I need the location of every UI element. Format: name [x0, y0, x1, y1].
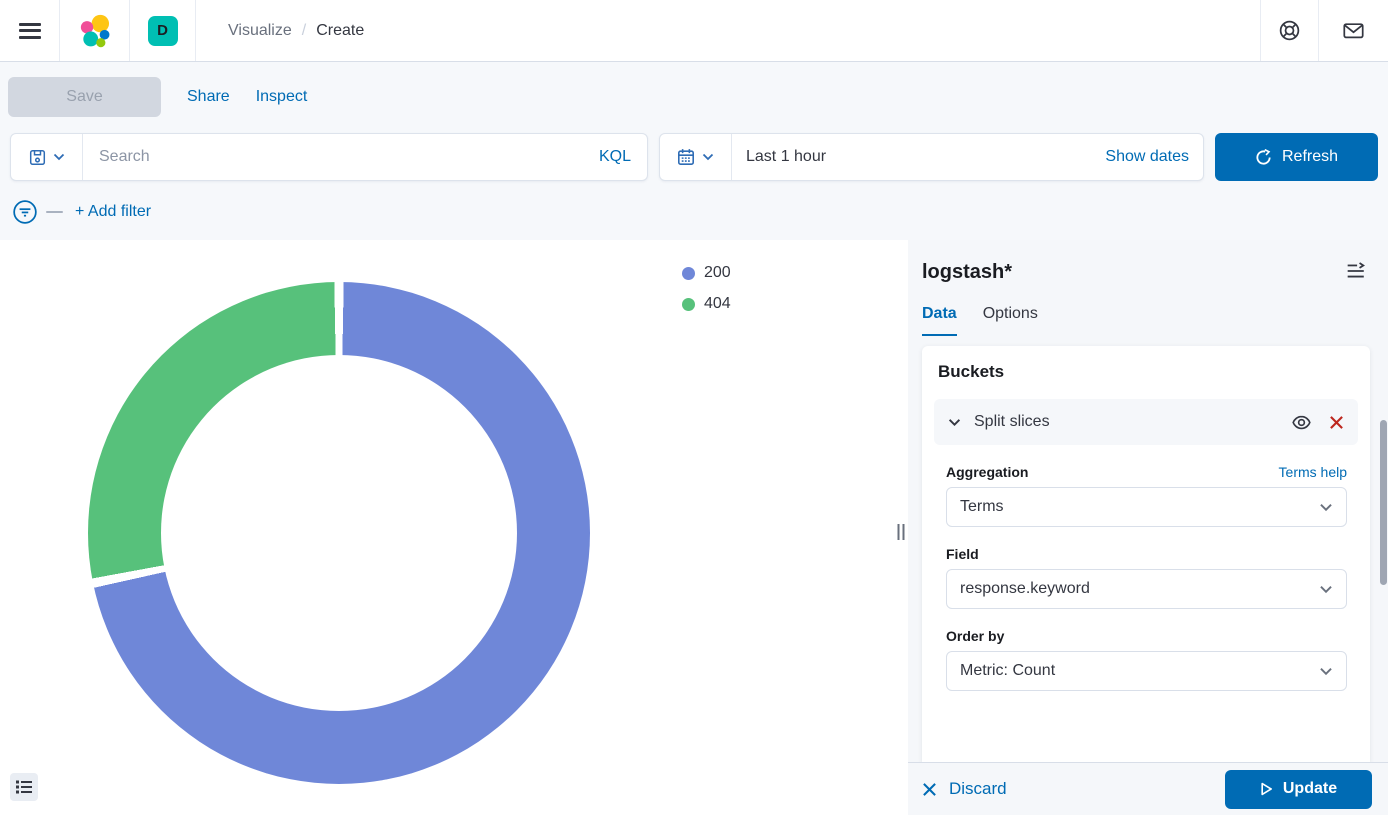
saved-query-menu-button[interactable] — [11, 134, 83, 180]
sidebar-footer: Discard Update — [908, 762, 1388, 815]
chevron-down-icon — [702, 153, 714, 161]
actions-row: Save Share Inspect — [10, 77, 1378, 117]
date-quick-select-button[interactable] — [660, 134, 732, 180]
discard-label: Discard — [949, 779, 1007, 799]
refresh-icon — [1255, 149, 1272, 166]
refresh-label: Refresh — [1282, 148, 1338, 166]
legend-label: 200 — [704, 264, 731, 282]
aggregation-value: Terms — [960, 498, 1319, 516]
filter-drop-indicator — [46, 211, 63, 213]
resize-handle[interactable] — [895, 522, 906, 542]
close-icon — [1329, 415, 1344, 430]
panel-resizer — [893, 240, 908, 815]
legend-item-200[interactable]: 200 — [682, 264, 731, 282]
donut-chart[interactable] — [88, 282, 590, 784]
legend-dot — [682, 298, 695, 311]
legend-dot — [682, 267, 695, 280]
split-slices-accordion[interactable]: Split slices — [934, 399, 1358, 445]
time-range-value[interactable]: Last 1 hour — [732, 148, 1091, 166]
share-button[interactable]: Share — [187, 88, 230, 106]
close-icon — [922, 782, 937, 797]
help-button[interactable] — [1260, 0, 1318, 61]
visualization-panel: 200 404 — [0, 240, 893, 815]
order-by-select[interactable]: Metric: Count — [946, 651, 1347, 691]
query-bar: KQL Last 1 hour — [10, 133, 1378, 181]
breadcrumb-visualize[interactable]: Visualize — [228, 22, 292, 40]
collapse-sidebar-button[interactable] — [1344, 260, 1368, 285]
breadcrumb: Visualize / Create — [196, 0, 364, 61]
order-by-label: Order by — [946, 628, 1004, 644]
field-value: response.keyword — [960, 580, 1319, 598]
remove-bucket-button[interactable] — [1329, 415, 1344, 430]
mail-icon — [1342, 19, 1365, 42]
refresh-button[interactable]: Refresh — [1215, 133, 1378, 181]
menu-button[interactable] — [0, 0, 60, 61]
chevron-down-icon — [1319, 585, 1333, 594]
field-label: Field — [946, 546, 979, 562]
breadcrumb-separator: / — [302, 22, 306, 40]
tab-data[interactable]: Data — [922, 305, 957, 336]
show-dates-button[interactable]: Show dates — [1091, 148, 1203, 166]
legend-toggle-button[interactable] — [10, 773, 38, 801]
hamburger-icon — [19, 23, 41, 39]
chevron-down-icon — [53, 153, 65, 161]
save-query-icon — [29, 149, 46, 166]
toggle-visibility-button[interactable] — [1292, 414, 1311, 431]
space-selector[interactable]: D — [130, 0, 196, 61]
search-bar: KQL — [10, 133, 648, 181]
sidebar-tabs: Data Options — [908, 285, 1388, 336]
sidebar-header: logstash* — [908, 240, 1388, 285]
terms-help-link[interactable]: Terms help — [1279, 464, 1347, 480]
elastic-logo[interactable] — [60, 0, 130, 61]
breadcrumb-create: Create — [316, 22, 364, 40]
play-icon — [1260, 782, 1273, 796]
legend-label: 404 — [704, 295, 731, 313]
elastic-logo-icon — [78, 14, 112, 48]
kibana-app: D Visualize / Create — [0, 0, 1388, 815]
legend-list-icon — [16, 780, 32, 794]
add-filter-button[interactable]: + Add filter — [75, 203, 151, 221]
toolbar: Save Share Inspect KQL — [0, 62, 1388, 240]
split-slices-label: Split slices — [974, 413, 1050, 431]
calendar-icon — [677, 148, 695, 166]
sidebar-scrollbar[interactable] — [1380, 420, 1387, 585]
filter-bar: + Add filter — [10, 199, 1378, 225]
discard-button[interactable]: Discard — [922, 779, 1007, 799]
split-slices-body: Aggregation Terms help Terms Field respo… — [934, 464, 1358, 691]
chart-legend: 200 404 — [682, 264, 731, 313]
chevron-down-icon — [948, 418, 961, 427]
space-badge: D — [148, 16, 178, 46]
order-by-value: Metric: Count — [960, 662, 1319, 680]
aggregation-label: Aggregation — [946, 464, 1028, 480]
help-icon — [1279, 20, 1300, 41]
buckets-card: Buckets Split slices — [922, 346, 1370, 762]
top-header: D Visualize / Create — [0, 0, 1388, 62]
field-select[interactable]: response.keyword — [946, 569, 1347, 609]
donut-hole — [161, 355, 517, 711]
aggregation-select[interactable]: Terms — [946, 487, 1347, 527]
chevron-down-icon — [1319, 667, 1333, 676]
buckets-heading: Buckets — [934, 362, 1358, 382]
filter-icon[interactable] — [12, 199, 38, 225]
eye-icon — [1292, 414, 1311, 431]
time-picker: Last 1 hour Show dates — [659, 133, 1204, 181]
tab-options[interactable]: Options — [983, 305, 1038, 336]
index-pattern-title: logstash* — [922, 261, 1012, 284]
legend-item-404[interactable]: 404 — [682, 295, 731, 313]
save-button[interactable]: Save — [8, 77, 161, 117]
search-input[interactable] — [83, 148, 583, 166]
inspect-button[interactable]: Inspect — [256, 88, 308, 106]
update-button[interactable]: Update — [1225, 770, 1372, 809]
main-content: 200 404 logstash* — [0, 240, 1388, 815]
update-label: Update — [1283, 780, 1337, 798]
chevron-down-icon — [1319, 503, 1333, 512]
config-sidebar: logstash* Data Options Buckets — [908, 240, 1388, 815]
menu-right-icon — [1346, 262, 1366, 280]
newsfeed-button[interactable] — [1318, 0, 1388, 61]
query-language-button[interactable]: KQL — [583, 148, 647, 166]
